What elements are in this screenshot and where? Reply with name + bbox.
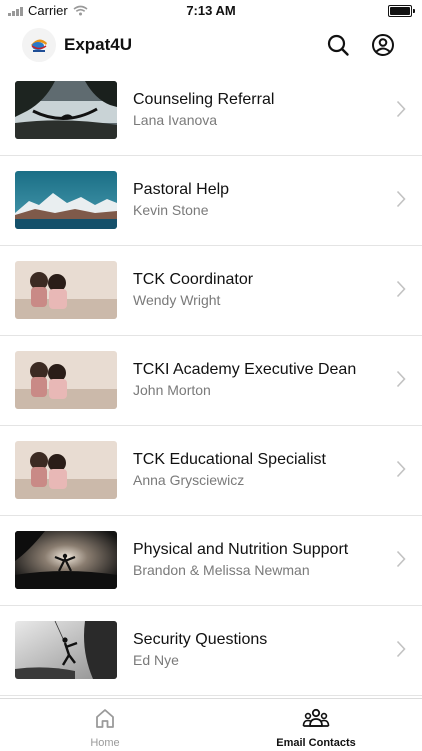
chevron-right-icon [396, 640, 406, 658]
chevron-right-icon [396, 100, 406, 118]
chevron-right-icon [396, 280, 406, 298]
chevron-right-icon [396, 460, 406, 478]
contact-row[interactable]: Security Questions Ed Nye [0, 606, 422, 696]
tab-bar: Home Email Contacts [0, 698, 422, 751]
status-bar: Carrier 7:13 AM [0, 0, 422, 22]
profile-button[interactable] [368, 30, 398, 60]
chevron-right-icon [396, 190, 406, 208]
status-time: 7:13 AM [186, 3, 236, 18]
contact-name: Ed Nye [133, 652, 179, 668]
contact-name: Kevin Stone [133, 202, 209, 218]
contact-image-yoga-sunset [15, 531, 117, 589]
contact-image-climber-rock [15, 621, 117, 679]
tab-home-label: Home [90, 737, 120, 749]
contact-title: TCK Educational Specialist [133, 451, 326, 468]
contact-title: Pastoral Help [133, 181, 230, 198]
user-circle-icon [372, 34, 394, 56]
battery-icon [388, 5, 415, 17]
contact-image-hammock-lake [15, 81, 117, 139]
home-icon [96, 709, 114, 728]
tab-email-contacts[interactable]: Email Contacts [246, 707, 386, 749]
contact-row[interactable]: TCK Coordinator Wendy Wright [0, 246, 422, 336]
contact-row[interactable]: Counseling Referral Lana Ivanova [0, 66, 422, 156]
contact-name: Brandon & Melissa Newman [133, 562, 310, 578]
people-group-icon [302, 708, 330, 727]
contact-row[interactable]: Pastoral Help Kevin Stone [0, 156, 422, 246]
contact-name: Wendy Wright [133, 292, 221, 308]
contact-image-children-on-step [15, 441, 117, 499]
contact-title: Counseling Referral [133, 91, 275, 108]
contact-title: TCKI Academy Executive Dean [133, 361, 357, 378]
contact-row[interactable]: Physical and Nutrition Support Brandon &… [0, 516, 422, 606]
contact-list: Counseling Referral Lana Ivanova Pastora… [0, 66, 422, 698]
app-logo [22, 28, 56, 62]
contact-name: Anna Grysciewicz [133, 472, 245, 488]
search-button[interactable] [323, 30, 353, 60]
contact-image-children-on-step [15, 351, 117, 409]
contact-title: Security Questions [133, 631, 268, 648]
chevron-right-icon [396, 370, 406, 388]
app-title: Expat4U [64, 35, 133, 54]
contact-image-mountain-lake [15, 171, 117, 229]
contact-image-children-on-step [15, 261, 117, 319]
contact-row[interactable]: TCK Educational Specialist Anna Grysciew… [0, 426, 422, 516]
tab-email-contacts-label: Email Contacts [276, 737, 356, 749]
contact-row[interactable]: TCKI Academy Executive Dean John Morton [0, 336, 422, 426]
contact-title: Physical and Nutrition Support [133, 541, 349, 558]
tab-home[interactable]: Home [35, 707, 175, 749]
app-header: Expat4U [0, 22, 422, 68]
contact-title: TCK Coordinator [133, 271, 254, 288]
contact-name: John Morton [133, 382, 211, 398]
chevron-right-icon [396, 550, 406, 568]
contact-name: Lana Ivanova [133, 112, 218, 128]
search-icon [327, 34, 349, 56]
